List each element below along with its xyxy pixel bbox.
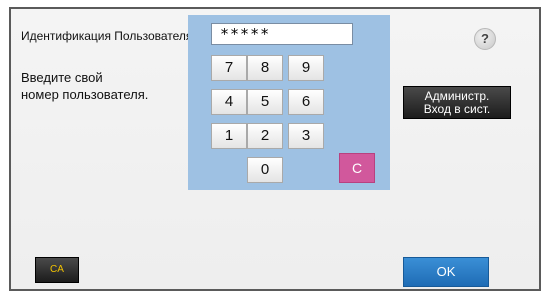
key-0[interactable]: 0	[247, 157, 283, 183]
key-9[interactable]: 9	[288, 55, 324, 81]
key-3[interactable]: 3	[288, 123, 324, 149]
key-7[interactable]: 7	[211, 55, 247, 81]
key-6[interactable]: 6	[288, 89, 324, 115]
ok-button[interactable]: OK	[403, 257, 489, 287]
admin-login-line-2: Вход в сист.	[423, 102, 491, 116]
admin-login-button[interactable]: Администр. Вход в сист.	[403, 86, 511, 119]
prompt-line-1: Введите свой	[21, 70, 103, 85]
numeric-keypad: ***** 7 8 9 4 5 6 1 2 3 0 C	[188, 15, 390, 190]
key-4[interactable]: 4	[211, 89, 247, 115]
login-screen: Идентификация Пользователя Введите свой …	[9, 7, 541, 291]
user-id-label: Идентификация Пользователя	[21, 29, 193, 43]
clear-key[interactable]: C	[339, 153, 375, 183]
key-5[interactable]: 5	[247, 89, 283, 115]
user-number-input[interactable]: *****	[211, 23, 353, 45]
prompt-text: Введите свой номер пользователя.	[21, 69, 148, 103]
key-8[interactable]: 8	[247, 55, 283, 81]
key-1[interactable]: 1	[211, 123, 247, 149]
clear-all-button[interactable]: CA	[35, 257, 79, 283]
help-icon[interactable]: ?	[474, 28, 496, 50]
prompt-line-2: номер пользователя.	[21, 87, 149, 102]
key-2[interactable]: 2	[247, 123, 283, 149]
